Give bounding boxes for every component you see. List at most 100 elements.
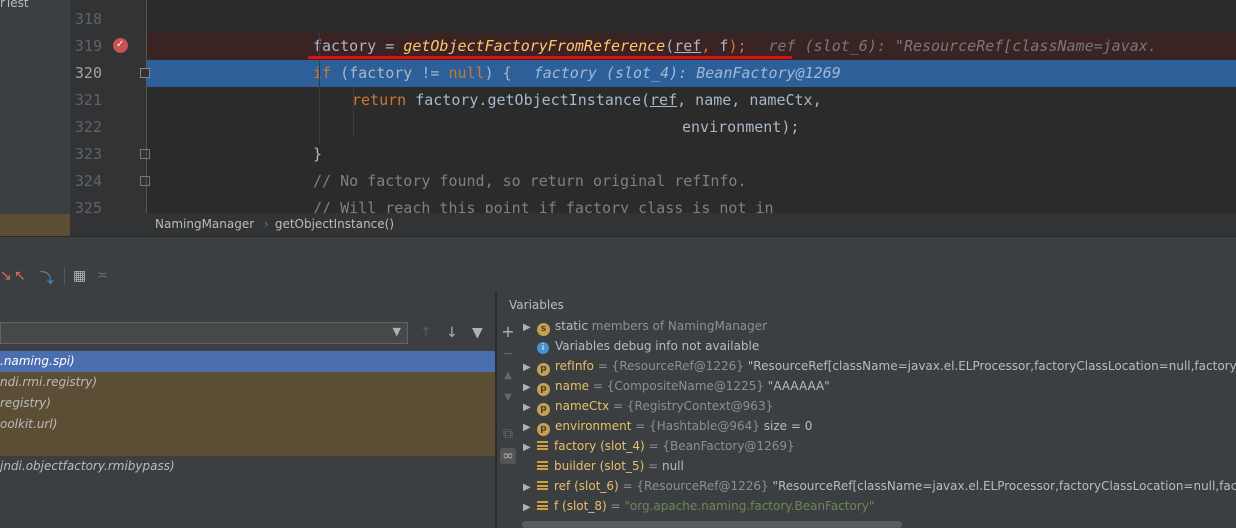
stack-frame[interactable]: registry) [0, 393, 495, 414]
variable-row[interactable]: ▶ p nameCtx = {RegistryContext@963} [523, 396, 773, 416]
local-variable-icon [537, 501, 548, 510]
variable-row[interactable]: ▶ s static members of NamingManager [523, 316, 767, 336]
inline-debug-hint: factory (slot_4): BeanFactory@1269 [533, 64, 841, 82]
variable-type: = {Hashtable@964} [631, 419, 764, 433]
variable-type: members of NamingManager [587, 319, 768, 333]
code-line-320: if (factory != null) {factory (slot_4): … [147, 60, 1236, 87]
step-out-icon[interactable]: ↖ [14, 268, 26, 284]
expand-arrow-icon[interactable]: ▶ [523, 318, 537, 338]
expand-arrow-icon[interactable]: ▶ [523, 358, 537, 378]
evaluate-icon[interactable]: ▦ [73, 268, 86, 284]
variable-row[interactable]: ▶ f (slot_8) = "org.apache.naming.factory… [523, 496, 874, 516]
project-title: rTest [0, 0, 29, 10]
comment: // Will reach this point if factory clas… [313, 199, 774, 213]
token: , name, nameCtx, [677, 91, 822, 109]
project-selection [0, 214, 70, 236]
method-token: getObjectFactoryFromReference [403, 37, 666, 55]
variable-row[interactable]: ▶ p refInfo = {ResourceRef@1226} "Resource… [523, 356, 1236, 376]
variable-type: = {BeanFactory@1269} [644, 439, 795, 453]
token: = [376, 37, 404, 55]
arrow-up-icon[interactable]: ↑ [420, 325, 432, 341]
trace-icon[interactable]: ≍ [97, 268, 108, 283]
parameter-icon: p [537, 423, 550, 436]
code-line-322: environment); [147, 114, 1236, 141]
expand-arrow-icon[interactable]: ▶ [523, 478, 537, 498]
expand-arrow-icon[interactable]: ▶ [523, 498, 537, 518]
filter-icon[interactable]: ▼ [472, 325, 483, 341]
code-editor[interactable]: factory = getObjectFactoryFromReference(… [147, 0, 1236, 213]
watches-toggle-icon[interactable]: ∞ [500, 448, 516, 464]
stack-frame[interactable]: .naming.spi) [0, 351, 495, 372]
variable-row[interactable]: ▶ p environment = {Hashtable@964} size = 0 [523, 416, 812, 436]
variable-row[interactable]: ▶ p name = {CompositeName@1225} "AAAAAA" [523, 376, 830, 396]
variable-row[interactable]: ▶ factory (slot_4) = {BeanFactory@1269} [523, 436, 795, 456]
code-line-324: // No factory found, so return original … [147, 168, 1236, 195]
move-down-icon[interactable]: ▼ [500, 390, 516, 406]
stack-frame[interactable]: oolkit.url) [0, 414, 495, 435]
variable-name: Variables debug info not available [555, 339, 760, 353]
variable-name: refInfo [555, 359, 594, 373]
stack-frame[interactable]: jndi.objectfactory.rmibypass) [0, 456, 495, 477]
expand-arrow-icon[interactable]: ▶ [523, 378, 537, 398]
indent-guide [353, 87, 354, 137]
fold-marker-icon[interactable] [140, 68, 150, 78]
code-line-321: return factory.getObjectInstance(ref, na… [147, 87, 1236, 114]
variable-row[interactable]: i Variables debug info not available [523, 336, 759, 356]
thread-selector[interactable]: ▼ [0, 322, 408, 344]
chevron-down-icon: ▼ [392, 325, 401, 338]
expand-arrow-icon[interactable]: ▶ [523, 418, 537, 438]
plus-icon[interactable]: + [500, 324, 516, 340]
local-variable-icon [537, 461, 548, 470]
stack-frame[interactable] [0, 435, 495, 456]
variable-name: f (slot_8) [554, 499, 607, 513]
variable-value: "ResourceRef[className=javax.el.ELProces… [747, 359, 1236, 373]
breadcrumb-separator: › [264, 217, 269, 231]
breadcrumb-method[interactable]: getObjectInstance() [275, 217, 394, 231]
variable-type: = {CompositeName@1225} [589, 379, 768, 393]
frames-panel: ▼ ↑ ↓ ▼ .naming.spi) ndi.rmi.registry) reg… [0, 292, 495, 528]
variable-name: environment [555, 419, 632, 433]
variable-value: "org.apache.naming.factory.BeanFactory" [624, 499, 875, 513]
run-to-cursor-icon[interactable]: ⤵ [40, 268, 54, 288]
variable-value: "ResourceRef[className=javax.el.ELProces… [772, 479, 1236, 493]
variable-row[interactable]: builder (slot_5) = null [523, 456, 684, 476]
annotation-underline [308, 56, 792, 59]
expand-arrow-icon[interactable]: ▶ [523, 398, 537, 418]
expand-arrow-icon[interactable]: ▶ [523, 438, 537, 458]
horizontal-scrollbar[interactable] [522, 521, 902, 528]
breadcrumb-class[interactable]: NamingManager [155, 217, 254, 231]
variables-panel: Variables + − ▲ ▼ ⧉ ∞ ▶ s static members o… [497, 292, 1236, 528]
variable-name: static [555, 319, 588, 333]
variable-value: "AAAAAA" [767, 379, 830, 393]
variable-type: = [606, 499, 625, 513]
fold-marker-icon[interactable] [140, 149, 150, 159]
move-up-icon[interactable]: ▲ [500, 368, 516, 384]
line-number: 322 [74, 118, 102, 136]
arrow-down-icon[interactable]: ↓ [446, 325, 458, 341]
variable-name: factory (slot_4) [554, 439, 645, 453]
minus-icon[interactable]: − [500, 346, 516, 362]
token: ref [674, 37, 702, 55]
parameter-icon: p [537, 383, 550, 396]
variable-row[interactable]: ▶ ref (slot_6) = {ResourceRef@1226} "Reso… [523, 476, 1236, 496]
variable-value: size = 0 [763, 419, 813, 433]
stack-frame[interactable]: ndi.rmi.registry) [0, 372, 495, 393]
step-icon[interactable]: ↘ [0, 268, 12, 284]
token: factory.getObjectInstance( [406, 91, 651, 109]
code-line-323: } [147, 141, 1236, 168]
code-line-325: // Will reach this point if factory clas… [147, 195, 1236, 213]
variable-type: = {RegistryContext@963} [609, 399, 774, 413]
variables-sidebar: + − ▲ ▼ ⧉ ∞ [497, 316, 519, 528]
line-number: 324 [74, 172, 102, 190]
fold-marker-icon[interactable] [140, 176, 150, 186]
debug-tool-header [0, 236, 1236, 263]
copy-icon[interactable]: ⧉ [500, 426, 516, 442]
token: null [448, 64, 485, 82]
variable-name: name [555, 379, 590, 393]
token: , [701, 37, 720, 55]
token: ) { [484, 64, 512, 82]
breakpoint-icon[interactable]: ✓ [113, 38, 128, 53]
static-icon: s [537, 323, 550, 336]
token: if [313, 64, 332, 82]
token: ref [650, 91, 678, 109]
